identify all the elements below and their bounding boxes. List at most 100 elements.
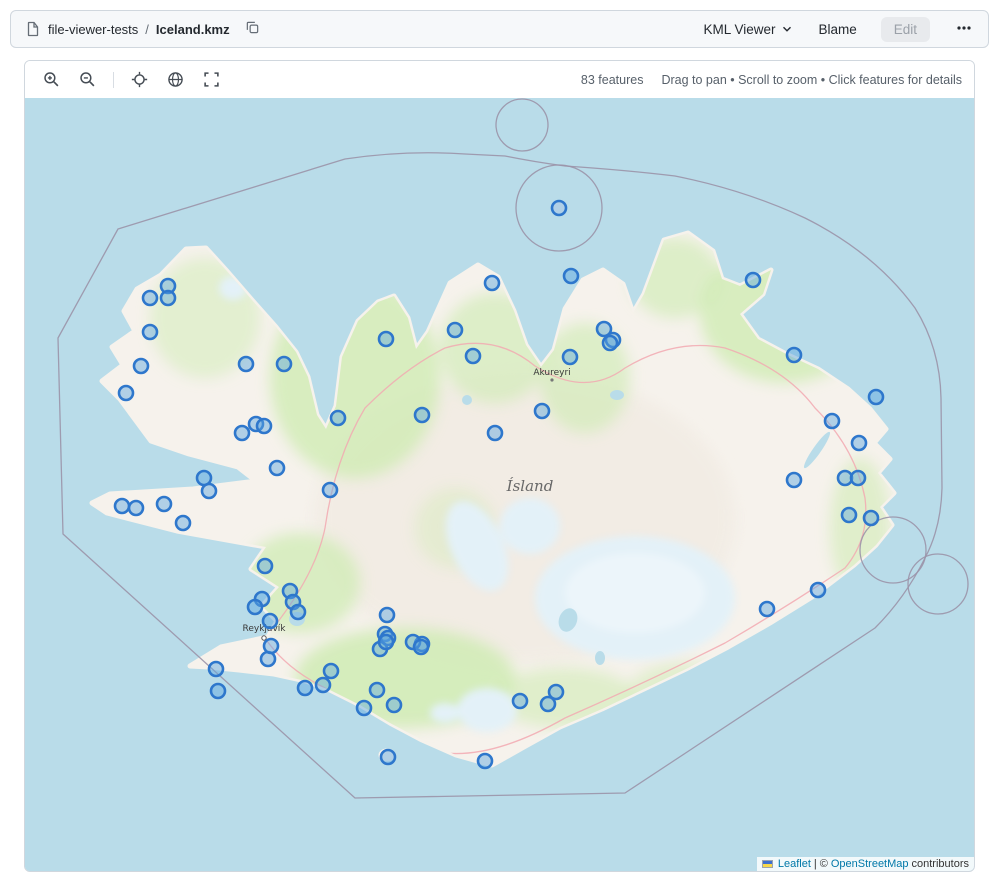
map-feature-marker[interactable] <box>248 600 262 614</box>
osm-link[interactable]: OpenStreetMap <box>831 858 909 870</box>
chevron-down-icon <box>780 22 794 36</box>
more-options-button[interactable] <box>954 18 974 41</box>
map-feature-marker[interactable] <box>864 511 878 525</box>
map-feature-marker[interactable] <box>563 350 577 364</box>
map-feature-marker[interactable] <box>869 390 883 404</box>
map-canvas: Ísland Akureyri Reykjavík <box>25 98 974 871</box>
map-feature-marker[interactable] <box>202 484 216 498</box>
kml-viewer-panel: 83 features Drag to pan • Scroll to zoom… <box>24 60 975 872</box>
attribution-divider: | <box>814 858 817 870</box>
country-label: Ísland <box>506 477 554 495</box>
map-feature-marker[interactable] <box>478 754 492 768</box>
globe-button[interactable] <box>165 69 186 90</box>
map-feature-marker[interactable] <box>258 559 272 573</box>
map-feature-marker[interactable] <box>825 414 839 428</box>
fullscreen-button[interactable] <box>201 69 222 90</box>
map-feature-marker[interactable] <box>746 273 760 287</box>
map-feature-marker[interactable] <box>535 404 549 418</box>
map-feature-marker[interactable] <box>235 426 249 440</box>
map-feature-marker[interactable] <box>270 461 284 475</box>
map-toolbar: 83 features Drag to pan • Scroll to zoom… <box>25 61 974 98</box>
map-feature-marker[interactable] <box>134 359 148 373</box>
map-feature-marker[interactable] <box>381 750 395 764</box>
map-feature-marker[interactable] <box>488 426 502 440</box>
map-feature-marker[interactable] <box>466 349 480 363</box>
akureyri-dot <box>550 378 553 381</box>
map-feature-marker[interactable] <box>129 501 143 515</box>
map-feature-marker[interactable] <box>811 583 825 597</box>
attribution-contributors: contributors <box>912 858 969 870</box>
map-feature-marker[interactable] <box>842 508 856 522</box>
copy-path-button[interactable] <box>243 18 262 40</box>
attribution-copyright: © <box>820 858 828 870</box>
viewer-mode-dropdown[interactable]: KML Viewer <box>703 22 794 37</box>
map-feature-marker[interactable] <box>513 694 527 708</box>
copy-icon <box>245 20 260 38</box>
ukraine-flag-icon <box>762 860 773 868</box>
breadcrumb: file-viewer-tests / Iceland.kmz <box>25 18 262 40</box>
map-feature-marker[interactable] <box>143 325 157 339</box>
file-header: file-viewer-tests / Iceland.kmz KML View… <box>10 10 989 48</box>
map-feature-marker[interactable] <box>157 497 171 511</box>
map-tool-buttons <box>41 69 222 90</box>
map-feature-marker[interactable] <box>161 291 175 305</box>
blame-button[interactable]: Blame <box>818 22 856 37</box>
map-feature-marker[interactable] <box>603 336 617 350</box>
map-hint: Drag to pan • Scroll to zoom • Click fea… <box>661 73 962 87</box>
map-feature-marker[interactable] <box>787 473 801 487</box>
header-actions: KML Viewer Blame Edit <box>703 17 974 42</box>
breadcrumb-repo[interactable]: file-viewer-tests <box>48 22 138 37</box>
map-feature-marker[interactable] <box>415 408 429 422</box>
file-icon <box>25 21 41 37</box>
viewer-mode-label: KML Viewer <box>703 22 775 37</box>
map-feature-marker[interactable] <box>291 605 305 619</box>
map-feature-marker[interactable] <box>387 698 401 712</box>
features-count: 83 features <box>581 73 644 87</box>
kebab-icon <box>956 20 972 39</box>
edit-button[interactable]: Edit <box>881 17 930 42</box>
map-feature-marker[interactable] <box>316 678 330 692</box>
map-attribution: Leaflet | © OpenStreetMap contributors <box>757 857 974 871</box>
map-feature-marker[interactable] <box>787 348 801 362</box>
map-feature-marker[interactable] <box>323 483 337 497</box>
map-feature-marker[interactable] <box>257 419 271 433</box>
breadcrumb-filename: Iceland.kmz <box>156 22 230 37</box>
leaflet-link[interactable]: Leaflet <box>778 858 811 870</box>
zoom-in-button[interactable] <box>41 69 62 90</box>
map-feature-marker[interactable] <box>143 291 157 305</box>
map-feature-marker[interactable] <box>379 332 393 346</box>
toolbar-divider <box>113 72 114 88</box>
reykjavik-dot <box>262 636 266 640</box>
map-feature-marker[interactable] <box>324 664 338 678</box>
map-feature-marker[interactable] <box>852 436 866 450</box>
zoom-out-button[interactable] <box>77 69 98 90</box>
map-feature-marker[interactable] <box>564 269 578 283</box>
map-feature-marker[interactable] <box>549 685 563 699</box>
map-feature-marker[interactable] <box>851 471 865 485</box>
map-feature-marker[interactable] <box>209 662 223 676</box>
map-container[interactable]: Ísland Akureyri Reykjavík Leaflet | © Op… <box>25 98 974 871</box>
map-feature-marker[interactable] <box>211 684 225 698</box>
map-feature-marker[interactable] <box>380 608 394 622</box>
map-feature-marker[interactable] <box>264 639 278 653</box>
town-label-akureyri: Akureyri <box>533 368 570 378</box>
map-feature-marker[interactable] <box>263 614 277 628</box>
map-feature-marker[interactable] <box>331 411 345 425</box>
map-feature-marker[interactable] <box>760 602 774 616</box>
map-feature-marker[interactable] <box>261 652 275 666</box>
map-feature-marker[interactable] <box>370 683 384 697</box>
map-feature-marker[interactable] <box>115 499 129 513</box>
map-feature-marker[interactable] <box>119 386 133 400</box>
map-feature-marker[interactable] <box>448 323 462 337</box>
map-feature-marker[interactable] <box>379 635 393 649</box>
map-feature-marker[interactable] <box>176 516 190 530</box>
map-feature-marker[interactable] <box>357 701 371 715</box>
map-feature-marker[interactable] <box>277 357 291 371</box>
map-feature-marker[interactable] <box>414 640 428 654</box>
locate-button[interactable] <box>129 69 150 90</box>
map-feature-marker[interactable] <box>239 357 253 371</box>
map-feature-marker[interactable] <box>552 201 566 215</box>
map-status: 83 features Drag to pan • Scroll to zoom… <box>581 73 962 87</box>
map-feature-marker[interactable] <box>485 276 499 290</box>
map-feature-marker[interactable] <box>298 681 312 695</box>
